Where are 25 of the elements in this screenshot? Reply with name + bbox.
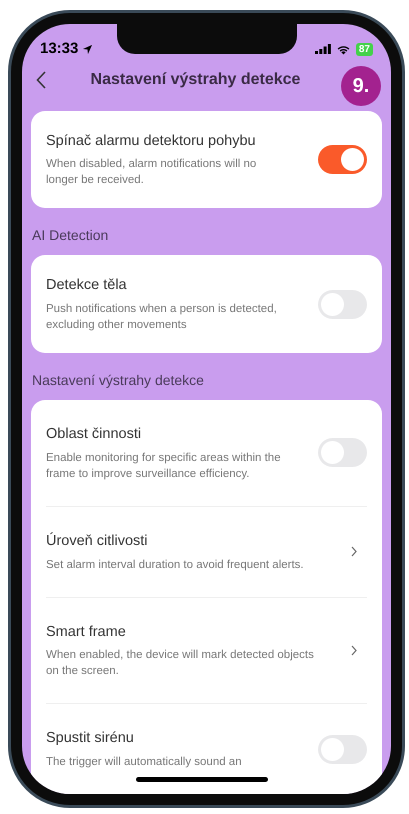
setting-title: Smart frame: [46, 622, 127, 642]
section-label: Nastavení výstrahy detekce: [31, 371, 205, 390]
signal-icon: [314, 44, 331, 54]
setting-description: Set alarm interval duration to avoid frequent alerts.: [46, 558, 305, 572]
battery-level: 87: [356, 42, 373, 56]
setting-description: When enabled, the device will mark detected objects on the screen.: [46, 648, 315, 680]
setting-title: Detekce těla: [46, 276, 128, 296]
setting-title: Úroveň citlivosti: [46, 531, 149, 551]
setting-description: The trigger will automatically sound an: [46, 755, 243, 770]
chevron-right-icon[interactable]: [351, 644, 357, 656]
setting-title: Spínač alarmu detektoru pohybu: [46, 132, 257, 150]
wifi-icon: [336, 44, 351, 55]
setting-description: When disabled, alarm notifications will no longer be received.: [46, 157, 258, 188]
setting-description: Push notifications when a person is detected, excluding other movements: [46, 302, 278, 333]
back-icon[interactable]: [36, 70, 46, 88]
setting-description: Enable monitoring for specific areas within the frame to improve surveillance efficiency.: [46, 450, 282, 482]
section-label: AI Detection: [31, 226, 110, 246]
toggle-switch[interactable]: [318, 144, 367, 174]
step-badge: 9.: [341, 66, 381, 106]
page-title: Nastavení výstrahy detekce: [90, 70, 300, 90]
location-arrow-icon: [82, 44, 94, 55]
status-time: 13:33: [40, 39, 78, 59]
chevron-right-icon[interactable]: [351, 546, 357, 558]
setting-title: Spustit sirénu: [46, 729, 135, 748]
setting-title: Oblast činnosti: [46, 425, 142, 444]
